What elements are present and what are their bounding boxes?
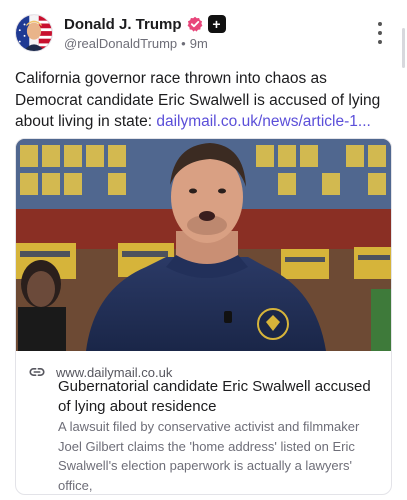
ellipsis-dot [378,40,382,44]
article-photo [16,139,391,351]
post-link[interactable]: dailymail.co.uk/news/article-1... [156,113,371,130]
flag-portrait-icon [16,15,52,51]
scrollbar[interactable] [402,28,405,68]
card-title[interactable]: Gubernatorial candidate Eric Swalwell ac… [58,377,378,416]
author-avatar[interactable] [15,14,53,52]
vertical-ellipsis-icon [378,22,382,26]
card-body: www.dailymail.co.uk Gubernatorial candid… [16,351,391,494]
verified-badge-icon [187,16,202,32]
card-image[interactable] [16,139,391,351]
author-handle[interactable]: @realDonaldTrump [64,36,177,51]
post-timestamp[interactable]: 9m [190,36,208,51]
author-meta: @realDonaldTrump • 9m [64,36,208,51]
author-display-name[interactable]: Donald J. Trump [64,16,182,33]
author-name-row: Donald J. Trump + [64,15,226,33]
truth-post: Donald J. Trump + @realDonaldTrump • 9m … [0,0,407,500]
more-options-button[interactable] [374,22,386,44]
link-preview-card[interactable]: www.dailymail.co.uk Gubernatorial candid… [15,138,392,495]
post-text: California governor race thrown into cha… [15,68,395,133]
card-description: A lawsuit filed by conservative activist… [58,419,360,493]
plus-badge-icon: + [207,15,226,33]
meta-separator: • [181,36,186,51]
ellipsis-dot [378,31,382,35]
chain-link-icon [29,368,45,376]
